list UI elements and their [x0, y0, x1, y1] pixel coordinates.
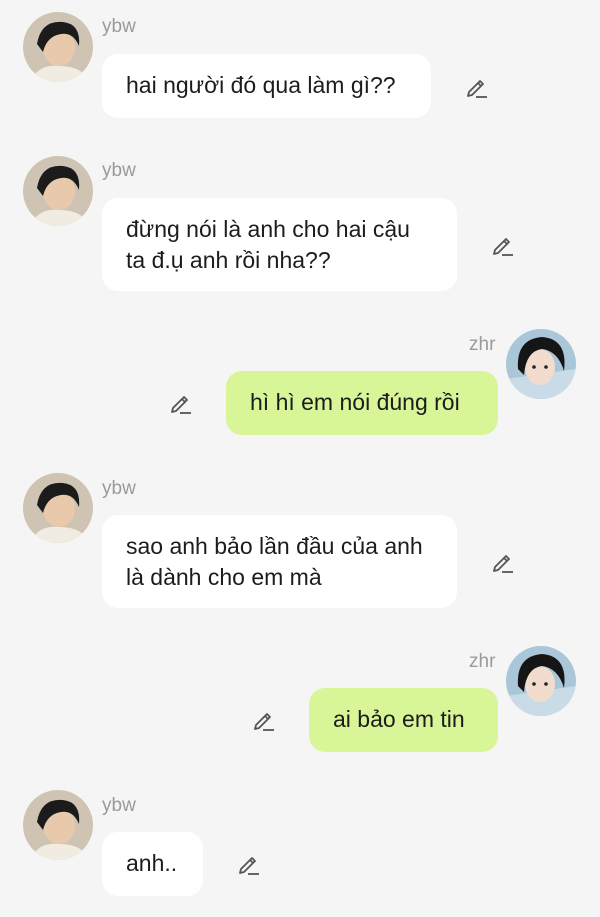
avatar-ybw[interactable]: [23, 12, 93, 82]
message-text: ai bảo em tin: [333, 706, 465, 732]
message-bubble[interactable]: hì hì em nói đúng rồi: [226, 371, 498, 435]
pencil-icon[interactable]: [490, 549, 516, 575]
sender-name: ybw: [102, 795, 136, 816]
message-bubble[interactable]: anh..: [102, 832, 203, 896]
message-text: anh..: [126, 850, 178, 876]
message-text: đừng nói là anh cho hai cậu ta đ.ụ anh r…: [126, 216, 410, 273]
sender-name: ybw: [102, 160, 136, 181]
avatar-ybw[interactable]: [23, 473, 93, 543]
message-text: sao anh bảo lần đầu của anh là dành cho …: [126, 533, 423, 590]
sender-name: zhr: [469, 651, 496, 672]
message-text: hì hì em nói đúng rồi: [250, 389, 460, 415]
avatar-ybw[interactable]: [23, 156, 93, 226]
message-bubble[interactable]: đừng nói là anh cho hai cậu ta đ.ụ anh r…: [102, 198, 457, 291]
message-bubble[interactable]: ai bảo em tin: [309, 688, 498, 752]
avatar-zhr[interactable]: [506, 329, 576, 399]
pencil-icon[interactable]: [236, 851, 262, 877]
avatar-zhr[interactable]: [506, 646, 576, 716]
message-text: hai người đó qua làm gì??: [126, 72, 396, 98]
sender-name: zhr: [469, 334, 496, 355]
pencil-icon[interactable]: [168, 390, 194, 416]
pencil-icon[interactable]: [464, 74, 490, 100]
sender-name: ybw: [102, 16, 136, 37]
sender-name: ybw: [102, 478, 136, 499]
pencil-icon[interactable]: [490, 232, 516, 258]
message-bubble[interactable]: hai người đó qua làm gì??: [102, 54, 431, 118]
pencil-icon[interactable]: [251, 707, 277, 733]
avatar-ybw[interactable]: [23, 790, 93, 860]
message-bubble[interactable]: sao anh bảo lần đầu của anh là dành cho …: [102, 515, 457, 608]
